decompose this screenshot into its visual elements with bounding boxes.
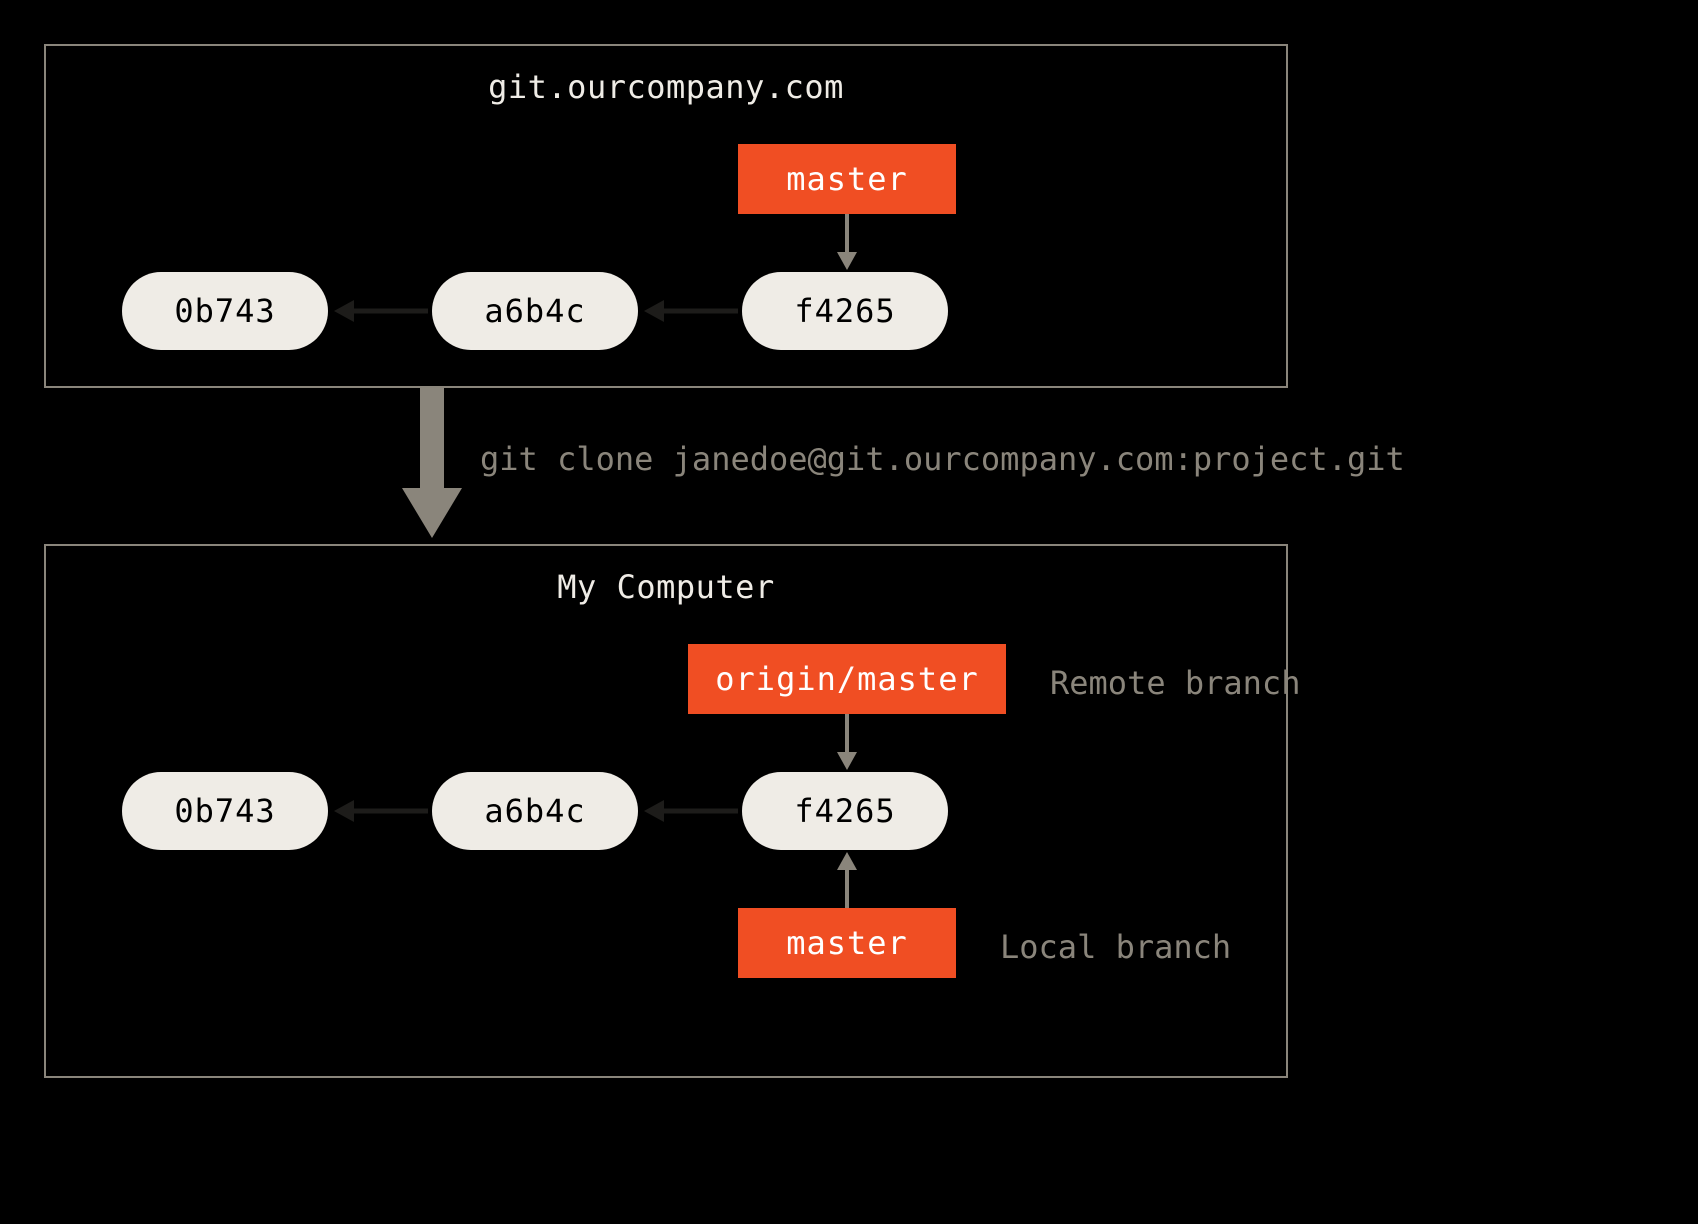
arrow-origin-master-to-f4265 bbox=[847, 714, 848, 772]
local-commit-0: 0b743 bbox=[122, 772, 328, 850]
clone-command-label: git clone janedoe@git.ourcompany.com:pro… bbox=[480, 440, 1405, 478]
local-commit-2-label: f4265 bbox=[794, 792, 895, 830]
remote-branch-master-label: master bbox=[786, 160, 908, 198]
remote-commit-0-label: 0b743 bbox=[174, 292, 275, 330]
local-commit-1: a6b4c bbox=[432, 772, 638, 850]
remote-commit-2: f4265 bbox=[742, 272, 948, 350]
remote-branch-master: master bbox=[738, 144, 956, 214]
local-commit-2: f4265 bbox=[742, 772, 948, 850]
arrow-local-c1-to-c0 bbox=[332, 811, 428, 812]
local-branch-master: master bbox=[738, 908, 956, 978]
diagram-canvas: git.ourcompany.com master 0b743 a6b4c f4… bbox=[0, 0, 1698, 1224]
remote-panel-title: git.ourcompany.com bbox=[46, 68, 1286, 106]
clone-arrow-icon bbox=[402, 388, 462, 544]
local-branch-origin-master: origin/master bbox=[688, 644, 1006, 714]
arrow-local-c2-to-c1 bbox=[642, 811, 738, 812]
local-commit-0-label: 0b743 bbox=[174, 792, 275, 830]
remote-branch-caption: Remote branch bbox=[1050, 664, 1300, 702]
remote-commit-0: 0b743 bbox=[122, 272, 328, 350]
remote-commit-2-label: f4265 bbox=[794, 292, 895, 330]
remote-commit-1: a6b4c bbox=[432, 272, 638, 350]
local-branch-caption: Local branch bbox=[1000, 928, 1231, 966]
arrow-remote-master-to-f4265 bbox=[847, 214, 848, 272]
local-branch-master-label: master bbox=[786, 924, 908, 962]
local-panel-title: My Computer bbox=[46, 568, 1286, 606]
local-commit-1-label: a6b4c bbox=[484, 792, 585, 830]
arrow-remote-c1-to-c0 bbox=[332, 311, 428, 312]
local-branch-origin-master-label: origin/master bbox=[715, 660, 978, 698]
remote-commit-1-label: a6b4c bbox=[484, 292, 585, 330]
arrow-local-master-to-f4265 bbox=[847, 850, 848, 908]
arrow-remote-c2-to-c1 bbox=[642, 311, 738, 312]
